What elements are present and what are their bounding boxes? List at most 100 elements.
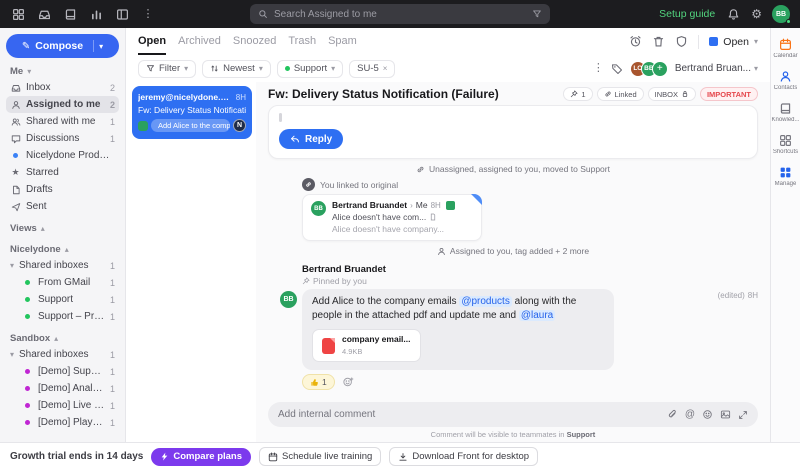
more-nav-icon[interactable]: ⋮: [140, 6, 156, 22]
rail-item-manage[interactable]: Manage: [771, 166, 800, 187]
important-badge[interactable]: IMPORTANT: [699, 87, 758, 101]
assignee-dropdown[interactable]: Bertrand Bruan... ▾: [675, 63, 758, 74]
composer-area: Add internal comment @ Comment will be v…: [256, 397, 770, 442]
emoji-icon[interactable]: [702, 409, 713, 420]
tag-icon[interactable]: [611, 63, 623, 75]
add-participant-icon[interactable]: +: [651, 60, 668, 77]
section-me[interactable]: Me ▾: [6, 63, 119, 79]
compose-chevron-icon[interactable]: ▾: [99, 42, 103, 51]
download-desktop-button[interactable]: Download Front for desktop: [389, 447, 539, 466]
comment-bubble[interactable]: Add Alice to the company emails @product…: [302, 289, 614, 371]
search-filter-icon[interactable]: [532, 9, 542, 19]
section-sandbox[interactable]: Sandbox ▴: [6, 330, 119, 346]
conversation-more-icon[interactable]: ⋮: [593, 63, 604, 74]
shield-icon[interactable]: [675, 35, 688, 48]
conversation-list-item[interactable]: jeremy@nicelydone.club 8H Fw: Delivery S…: [132, 86, 252, 139]
mention-products[interactable]: @products: [459, 296, 512, 307]
attachment-card[interactable]: company email... 4.9KB: [312, 329, 421, 363]
settings-gear-icon[interactable]: ⚙: [751, 8, 762, 20]
avatar-bb: BB: [280, 291, 297, 308]
paperclip-icon[interactable]: [667, 409, 678, 420]
rail-item-contacts[interactable]: Contacts: [771, 70, 800, 91]
mention-icon[interactable]: @: [685, 409, 695, 420]
sidebar-item-support-priority[interactable]: Support – Priority1: [6, 308, 119, 325]
user-avatar[interactable]: BB: [772, 5, 791, 24]
sidebar-item-demo-playground[interactable]: [Demo] Playground1: [6, 414, 119, 431]
green-dot-icon: [22, 314, 33, 319]
tab-archived[interactable]: Archived: [178, 28, 221, 55]
thumbs-up-reaction[interactable]: 1: [302, 374, 335, 391]
add-reaction-icon[interactable]: [342, 376, 354, 388]
linked-badge[interactable]: Linked: [596, 87, 644, 101]
email-message-card[interactable]: Reply: [268, 105, 758, 159]
trash-icon[interactable]: [652, 35, 665, 48]
quoted-text-indicator[interactable]: [279, 113, 282, 122]
mention-laura[interactable]: @laura: [518, 310, 556, 321]
compare-plans-button[interactable]: Compare plans: [151, 447, 252, 466]
sidebar-item-support[interactable]: Support 1: [6, 291, 119, 308]
search-input[interactable]: Search Assigned to me: [250, 4, 550, 24]
comment-row: BB Add Alice to the company emails @prod…: [280, 289, 758, 371]
section-nicelydone[interactable]: Nicelydone ▴: [6, 241, 119, 257]
comment-input[interactable]: Add internal comment @: [268, 402, 758, 427]
rail-item-knowledge[interactable]: Knowled...: [771, 102, 800, 123]
section-views[interactable]: Views ▴: [6, 220, 119, 236]
notifications-bell-icon[interactable]: [725, 6, 741, 22]
snooze-clock-icon[interactable]: [629, 35, 642, 48]
conversation-list: jeremy@nicelydone.club 8H Fw: Delivery S…: [126, 82, 256, 442]
sidebar-item-starred[interactable]: ★ Starred: [6, 164, 119, 181]
sidebar-item-assigned-to-me[interactable]: Assigned to me 2: [6, 96, 119, 113]
pinned-badge[interactable]: 1: [563, 87, 593, 101]
sidebar-group-shared-inboxes-sandbox[interactable]: ▾ Shared inboxes 1: [6, 346, 119, 363]
image-icon[interactable]: [720, 409, 731, 420]
tab-spam[interactable]: Spam: [328, 28, 357, 55]
composer-hint: Comment will be visible to teammates in …: [430, 430, 596, 439]
sidebar-item-drafts[interactable]: Drafts: [6, 181, 119, 198]
chevron-down-icon: ▾: [753, 37, 758, 46]
reply-button[interactable]: Reply: [279, 129, 344, 149]
expand-icon[interactable]: [738, 410, 748, 420]
pinned-comment-chip[interactable]: Add Alice to the compa...: [151, 119, 230, 132]
shortcuts-icon: [780, 135, 791, 146]
apps-grid-icon[interactable]: [10, 6, 26, 22]
sidebar-item-from-gmail[interactable]: From GMail 1: [6, 274, 119, 291]
sidebar-item-demo-support[interactable]: [Demo] Support 1: [6, 363, 119, 380]
star-icon: ★: [11, 167, 20, 177]
setup-guide-link[interactable]: Setup guide: [659, 8, 715, 20]
rail-item-shortcuts[interactable]: Shortcuts: [771, 134, 800, 155]
inbox-filter-support[interactable]: Support ▾: [276, 59, 344, 78]
sidebar-item-discussions[interactable]: Discussions 1: [6, 130, 119, 147]
activity-event: Unassigned, assigned to you, moved to Su…: [268, 161, 758, 177]
sidebar-item-nicelydone-products[interactable]: Nicelydone Products: [6, 147, 119, 164]
linked-conversation-card[interactable]: BB Bertrand Bruandet › Me 8H Alice doesn…: [302, 194, 482, 241]
sidebar-group-shared-inboxes-org[interactable]: ▾ Shared inboxes 1: [6, 257, 119, 274]
inbox-nav-icon[interactable]: [36, 6, 52, 22]
tab-trash[interactable]: Trash: [288, 28, 316, 55]
panels-nav-icon[interactable]: [114, 6, 130, 22]
inbox-badge[interactable]: INBOX: [647, 87, 696, 101]
contacts-nav-icon[interactable]: [62, 6, 78, 22]
tab-open[interactable]: Open: [138, 28, 167, 55]
remove-tag-icon[interactable]: ×: [383, 64, 388, 73]
sidebar-item-demo-live-chat[interactable]: [Demo] Live Chat1: [6, 397, 119, 414]
inbox-badge-icon: [138, 120, 148, 131]
filter-button[interactable]: Filter ▾: [138, 59, 197, 78]
compose-button[interactable]: ✎ Compose ▾: [6, 34, 119, 58]
linked-preview: Alice doesn't have company...: [332, 224, 445, 234]
rail-item-calendar[interactable]: Calendar: [771, 38, 800, 59]
sidebar-item-inbox[interactable]: Inbox 2: [6, 79, 119, 96]
sidebar-item-shared-with-me[interactable]: Shared with me 1: [6, 113, 119, 130]
green-dot-icon: [22, 297, 33, 302]
analytics-nav-icon[interactable]: [88, 6, 104, 22]
sidebar-item-demo-analytics[interactable]: [Demo] Analytics1: [6, 380, 119, 397]
status-dropdown[interactable]: Open ▾: [709, 36, 758, 48]
sidebar-item-sent[interactable]: Sent: [6, 198, 119, 215]
people-icon: [10, 117, 21, 127]
schedule-training-button[interactable]: Schedule live training: [259, 447, 382, 466]
sort-button[interactable]: Newest ▾: [202, 59, 271, 78]
chevron-down-icon: ▾: [10, 350, 15, 359]
comment-time: 8H: [747, 291, 758, 300]
draft-icon: [10, 185, 21, 195]
tag-chip-su5[interactable]: SU-5 ×: [349, 59, 396, 78]
tab-snoozed[interactable]: Snoozed: [233, 28, 276, 55]
